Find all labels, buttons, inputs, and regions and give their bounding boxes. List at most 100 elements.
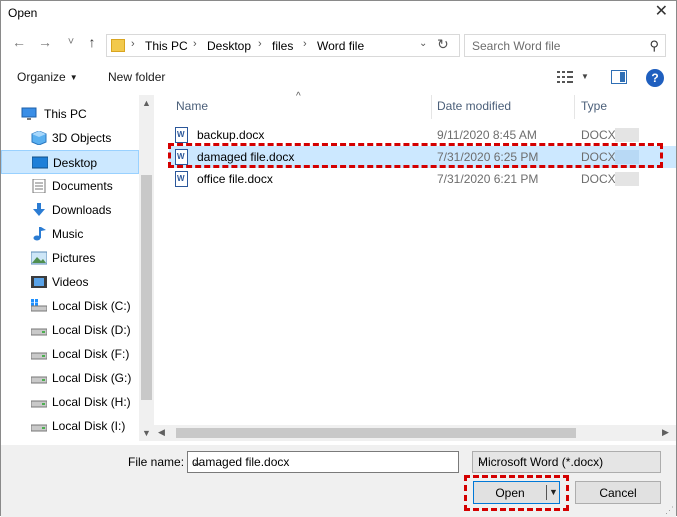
navigation-pane: This PC 3D Objects Desktop Documents Dow… xyxy=(1,95,154,441)
desktop-icon xyxy=(32,156,48,169)
cancel-button[interactable]: Cancel xyxy=(575,481,661,504)
column-header-date-modified[interactable]: Date modified xyxy=(437,99,511,113)
music-icon xyxy=(33,227,46,241)
drive-icon xyxy=(31,352,47,360)
refresh-icon[interactable]: ↻ xyxy=(437,36,449,53)
cancel-button-label: Cancel xyxy=(599,486,637,500)
sidebar-item-label: Local Disk (C:) xyxy=(52,299,131,313)
scroll-up-icon[interactable]: ▲ xyxy=(142,98,151,108)
drive-icon xyxy=(31,328,47,336)
close-icon[interactable]: ✕ xyxy=(655,3,668,21)
sidebar-item-local-disk-i[interactable]: Local Disk (I:) xyxy=(1,414,139,438)
window-title: Open xyxy=(8,6,38,20)
organize-button[interactable]: Organize ▼ xyxy=(17,70,78,84)
command-toolbar: Organize ▼ New folder ▼ ? xyxy=(1,64,676,92)
resize-grip-icon[interactable]: ⋰ xyxy=(665,505,674,516)
file-list-horizontal-scrollbar[interactable]: ◀ ▶ xyxy=(154,425,676,441)
drive-icon xyxy=(31,376,47,384)
column-header-type[interactable]: Type xyxy=(581,99,607,113)
sidebar-item-label: Downloads xyxy=(52,203,112,217)
videos-icon xyxy=(31,276,47,288)
breadcrumb-this-pc[interactable]: This PC xyxy=(145,39,188,53)
new-folder-button[interactable]: New folder xyxy=(108,70,165,84)
sidebar-item-label: Local Disk (G:) xyxy=(52,371,132,385)
sidebar-item-label: Music xyxy=(52,227,84,241)
chevron-down-icon[interactable]: ⌄ xyxy=(478,456,654,467)
sidebar-item-music[interactable]: Music xyxy=(1,222,139,246)
sidebar-item-label: Pictures xyxy=(52,251,96,265)
breadcrumb-desktop[interactable]: Desktop xyxy=(207,39,251,53)
file-name-label: File name: xyxy=(128,455,185,469)
cube-icon xyxy=(31,131,47,145)
column-header-name[interactable]: Name xyxy=(176,99,208,113)
word-document-icon xyxy=(175,171,188,187)
scroll-down-icon[interactable]: ▼ xyxy=(142,428,151,438)
column-divider[interactable] xyxy=(574,95,575,119)
file-type-filter-select[interactable]: Microsoft Word (*.docx) ⌄ xyxy=(472,451,661,473)
documents-icon xyxy=(32,179,46,193)
sidebar-item-label: 3D Objects xyxy=(52,131,112,145)
sidebar-item-pictures[interactable]: Pictures xyxy=(1,246,139,270)
word-document-icon xyxy=(175,127,188,143)
breadcrumb-files[interactable]: files xyxy=(272,39,293,53)
caret-down-icon[interactable]: ▼ xyxy=(581,72,589,81)
chevron-right-icon[interactable]: › xyxy=(303,38,307,50)
scrollbar-thumb[interactable] xyxy=(141,175,152,400)
sidebar-item-label: Documents xyxy=(52,179,113,193)
sidebar-scrollbar[interactable]: ▲ ▼ xyxy=(139,95,154,441)
pc-icon xyxy=(21,107,37,120)
drive-icon xyxy=(31,424,47,432)
forward-arrow-icon[interactable]: → xyxy=(35,34,55,50)
chevron-right-icon[interactable]: › xyxy=(131,38,135,50)
sidebar-item-local-disk-h[interactable]: Local Disk (H:) xyxy=(1,390,139,414)
file-row[interactable]: office file.docx 7/31/2020 6:21 PM DOCX xyxy=(169,168,676,190)
drive-icon xyxy=(31,299,47,312)
column-divider[interactable] xyxy=(431,95,432,119)
file-date: 7/31/2020 6:21 PM xyxy=(437,172,539,186)
sidebar-item-label: Local Disk (H:) xyxy=(52,395,131,409)
navigation-bar: ← → ˅ ↑ › This PC › Desktop › files › Wo… xyxy=(1,31,676,59)
chevron-down-icon[interactable]: ⌄ xyxy=(419,38,427,49)
sort-ascending-icon: ^ xyxy=(296,91,301,102)
sidebar-item-desktop[interactable]: Desktop xyxy=(1,150,139,174)
address-bar[interactable]: › This PC › Desktop › files › Word file … xyxy=(106,34,460,57)
file-name-input[interactable]: damaged file.docx ⌄ xyxy=(187,451,459,473)
back-arrow-icon[interactable]: ← xyxy=(9,34,29,50)
scroll-left-icon[interactable]: ◀ xyxy=(158,427,165,438)
chevron-right-icon[interactable]: › xyxy=(258,38,262,50)
help-icon[interactable]: ? xyxy=(646,69,664,87)
view-options-icon[interactable] xyxy=(557,71,573,83)
highlight-box-selected-file xyxy=(168,143,663,168)
sidebar-item-documents[interactable]: Documents xyxy=(1,174,139,198)
folder-icon xyxy=(111,39,125,52)
sidebar-item-label: Desktop xyxy=(53,156,98,170)
sidebar-item-local-disk-c[interactable]: Local Disk (C:) xyxy=(1,294,139,318)
breadcrumb-word-file[interactable]: Word file xyxy=(317,39,364,53)
preview-pane-icon[interactable] xyxy=(611,70,627,84)
sidebar-item-videos[interactable]: Videos xyxy=(1,270,139,294)
recent-locations-icon[interactable]: ˅ xyxy=(61,36,81,48)
sidebar-item-3d-objects[interactable]: 3D Objects xyxy=(1,126,139,150)
file-type: DOCX xyxy=(581,128,616,142)
drive-icon xyxy=(31,400,47,408)
file-type: DOCX xyxy=(581,172,616,186)
sidebar-item-local-disk-g[interactable]: Local Disk (G:) xyxy=(1,366,139,390)
up-arrow-icon[interactable]: ↑ xyxy=(82,34,102,50)
search-icon[interactable]: ⚲ xyxy=(649,38,659,54)
chevron-down-icon[interactable]: ⌄ xyxy=(192,455,453,469)
sidebar-item-downloads[interactable]: Downloads xyxy=(1,198,139,222)
chevron-right-icon[interactable]: › xyxy=(193,38,197,50)
sidebar-item-label: Local Disk (D:) xyxy=(52,323,131,337)
pictures-icon xyxy=(31,251,47,265)
sidebar-item-label: This PC xyxy=(44,107,87,121)
sidebar-item-label: Local Disk (I:) xyxy=(52,419,126,433)
scrollbar-thumb[interactable] xyxy=(176,428,576,438)
sidebar-item-this-pc[interactable]: This PC xyxy=(1,102,139,126)
scroll-right-icon[interactable]: ▶ xyxy=(662,427,669,438)
sidebar-item-local-disk-d[interactable]: Local Disk (D:) xyxy=(1,318,139,342)
dialog-footer: File name: damaged file.docx ⌄ Microsoft… xyxy=(1,445,676,517)
search-placeholder: Search Word file xyxy=(472,39,561,53)
sidebar-item-local-disk-f[interactable]: Local Disk (F:) xyxy=(1,342,139,366)
organize-label: Organize xyxy=(17,70,66,84)
search-input[interactable]: Search Word file ⚲ xyxy=(464,34,666,57)
